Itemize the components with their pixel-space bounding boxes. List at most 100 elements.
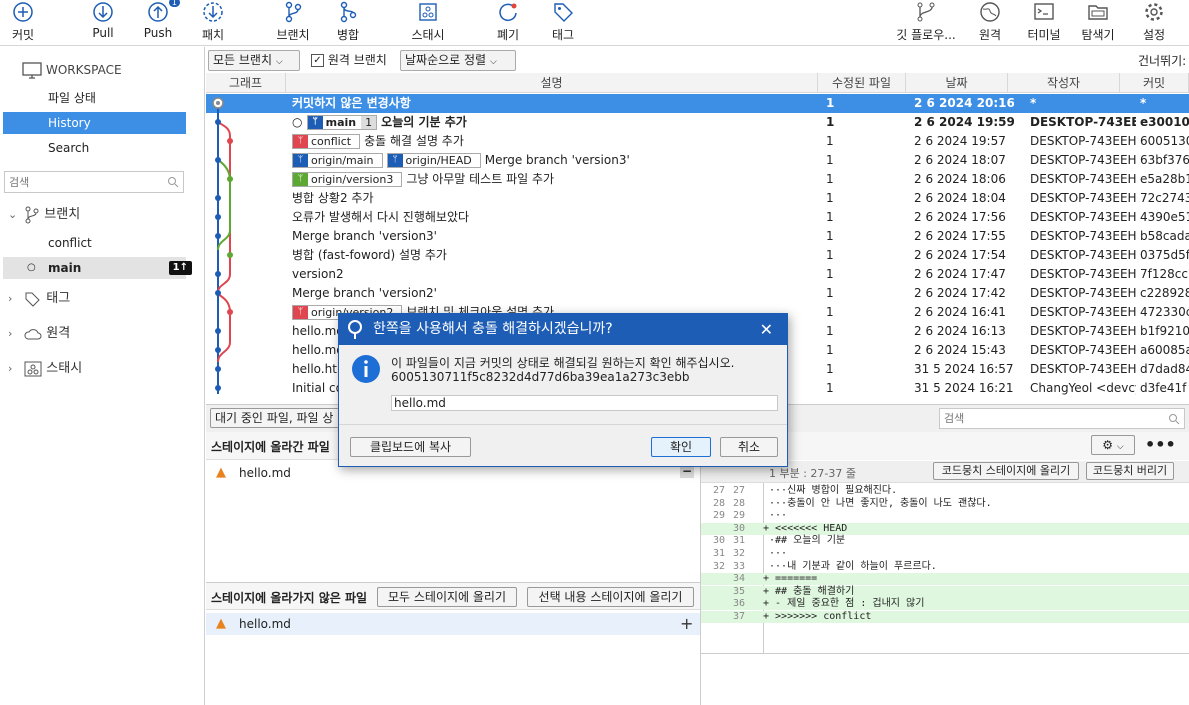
info-icon [352, 355, 380, 383]
merge-button[interactable]: 병합 [334, 0, 362, 46]
commit-row[interactable]: 병합 상황2 추가 1 2 6 2024 18:04 DESKTOP-743EEH 72… [206, 189, 1189, 208]
git-flow-button[interactable]: 깃 플로우... [893, 0, 959, 46]
commit-files-cell: 1 [826, 229, 834, 243]
branch-icon: ᛘ [293, 173, 308, 186]
commit-message: Merge branch 'version3' [292, 229, 437, 243]
unstaged-file-row[interactable]: ▲ hello.md + [206, 613, 700, 635]
sidebar-item-search[interactable]: Search [3, 137, 186, 159]
commit-files-cell: 1 [826, 248, 834, 262]
discard-button[interactable]: 폐기 [494, 0, 522, 46]
column-commit[interactable]: 커밋 [1120, 73, 1189, 93]
commit-files-cell: 1 [826, 96, 835, 110]
staged-file-name: hello.md [239, 466, 291, 480]
column-files[interactable]: 수정된 파일 [818, 73, 906, 93]
commit-author-cell: DESKTOP-743EEH [1030, 134, 1136, 148]
commit-button[interactable]: 커밋 [6, 0, 40, 46]
terminal-button[interactable]: 터미널 [1024, 0, 1064, 46]
file-search-input[interactable] [940, 409, 1160, 428]
branch-label-text: origin/main [311, 154, 374, 167]
settings-button[interactable]: 설정 [1140, 0, 1168, 46]
git-flow-icon [917, 2, 935, 22]
commit-author-cell: DESKTOP-743EEH [1030, 153, 1136, 167]
stage-plus-icon[interactable]: + [680, 614, 693, 633]
commit-files-cell: 1 [826, 115, 835, 129]
sidebar-item-file-status[interactable]: 파일 상태 [3, 87, 186, 109]
head-marker-icon: ○ [292, 115, 307, 129]
column-graph[interactable]: 그래프 [206, 73, 286, 93]
explorer-button[interactable]: 탐색기 [1078, 0, 1118, 46]
ok-button[interactable]: 확인 [651, 437, 711, 457]
push-badge: 1 [168, 0, 180, 7]
graph-node [215, 366, 221, 372]
branch-main[interactable]: ○ main 1↑ [3, 257, 192, 279]
sidebar-stashes-header[interactable]: › 스태시 [8, 357, 82, 381]
all-branches-dropdown[interactable]: 모든 브랜치 ⌵ [208, 50, 300, 71]
commit-message: Initial co [292, 381, 343, 395]
dialog-title: 한쪽을 사용해서 충돌 해결하시겠습니까? [373, 321, 613, 337]
branch-label-tag[interactable]: ᛘ origin/main [292, 153, 383, 168]
commit-row[interactable]: 오류가 발생해서 다시 진행해보았다 1 2 6 2024 17:56 DESKTOP… [206, 208, 1189, 227]
commit-message: 커밋하지 않은 변경사항 [292, 96, 411, 110]
graph-node [215, 119, 221, 125]
remote-button[interactable]: 원격 [976, 0, 1004, 46]
fetch-button[interactable]: 패치 [199, 0, 227, 46]
commit-author-cell: DESKTOP-743EEH [1030, 248, 1136, 262]
stage-selected-button[interactable]: 선택 내용 스테이지에 올리기 [527, 587, 694, 607]
stage-all-button[interactable]: 모두 스테이지에 올리기 [377, 587, 517, 607]
pending-files-dropdown[interactable]: 대기 중인 파일, 파일 상 [210, 408, 340, 428]
branch-label-tag[interactable]: ᛘ conflict [292, 134, 361, 149]
cancel-button[interactable]: 취소 [720, 437, 778, 457]
sidebar-search-box[interactable] [4, 171, 184, 193]
hunk-stage-button[interactable]: 코드뭉치 스테이지에 올리기 [933, 462, 1079, 480]
commit-row[interactable]: 커밋하지 않은 변경사항 1 2 6 2024 20:16 * * [206, 94, 1189, 113]
sidebar-search-input[interactable] [5, 172, 155, 192]
sidebar-branches-header[interactable]: ⌄ 브랜치 [8, 203, 80, 227]
branch-label-tag[interactable]: ᛘ origin/HEAD [386, 153, 481, 168]
tag-button[interactable]: 태그 [548, 0, 578, 46]
diff-line-text: + >>>>>>> conflict [763, 611, 872, 622]
copy-clipboard-button[interactable]: 클립보드에 복사 [350, 437, 471, 457]
commit-row[interactable]: version2 1 2 6 2024 17:47 DESKTOP-743EEH 7f1… [206, 265, 1189, 284]
file-search-box[interactable] [939, 408, 1185, 429]
commit-hash-cell: 0375d5f [1140, 248, 1189, 262]
commit-row[interactable]: Merge branch 'version2' 1 2 6 2024 17:42 DE… [206, 284, 1189, 303]
commit-date-cell: 2 6 2024 17:47 [914, 267, 1006, 281]
branch-conflict[interactable]: conflict [3, 232, 186, 254]
column-description[interactable]: 설명 [286, 73, 818, 93]
hunk-discard-button[interactable]: 코드뭉치 버리기 [1086, 462, 1174, 480]
sidebar-remotes-header[interactable]: › 원격 [8, 322, 70, 346]
column-date[interactable]: 날짜 [906, 73, 1008, 93]
commit-row[interactable]: ○ ᛘ main 1 오늘의 기분 추가 1 2 6 2024 19:59 DESKTOP-… [206, 113, 1189, 132]
sidebar-item-history[interactable]: History [3, 112, 186, 134]
stash-button[interactable]: 스태시 [408, 0, 448, 46]
commit-row[interactable]: ᛘ origin/main ᛘ origin/HEAD Merge branch 've… [206, 151, 1189, 170]
gear-icon: ⚙ [1102, 438, 1114, 452]
fetch-label: 패치 [201, 28, 225, 42]
sort-dropdown[interactable]: 날짜순으로 정렬 ⌵ [400, 50, 516, 71]
branch-label-text: origin/HEAD [405, 154, 472, 167]
commit-row[interactable]: 병합 (fast-foword) 설명 추가 1 2 6 2024 17:54 DES… [206, 246, 1189, 265]
commit-row[interactable]: ᛘ conflict 충돌 해결 설명 추가 1 2 6 2024 19:57 DESKT… [206, 132, 1189, 151]
commit-row[interactable]: Merge branch 'version3' 1 2 6 2024 17:55 DE… [206, 227, 1189, 246]
column-author[interactable]: 작성자 [1008, 73, 1120, 93]
branch-label-tag[interactable]: ᛘ main 1 [306, 115, 378, 130]
branch-label-tag[interactable]: ᛘ origin/version3 [292, 172, 403, 187]
branch-button[interactable]: 브랜치 [274, 0, 312, 46]
pull-button[interactable]: Pull [88, 0, 118, 46]
commit-hash-cell: 63bf376 [1140, 153, 1189, 167]
diff-settings-button[interactable]: ⚙ ⌵ [1091, 435, 1135, 455]
commit-row[interactable]: ᛘ origin/version3 그냥 아무말 테스트 파일 추가 1 2 6 202… [206, 170, 1189, 189]
commit-message: Merge branch 'version2' [292, 286, 437, 300]
commit-author-cell: DESKTOP-743EEH [1030, 343, 1136, 357]
commit-files-cell: 1 [826, 153, 834, 167]
push-button[interactable]: 1 Push [142, 0, 180, 46]
sidebar-tags-header[interactable]: › 태그 [8, 287, 70, 311]
branch-icon [25, 206, 39, 223]
tag-icon [25, 292, 40, 307]
commit-hash-cell: 7f128cc [1140, 267, 1188, 281]
more-icon[interactable]: ••• [1145, 435, 1176, 454]
remote-branches-checkbox[interactable]: ✓ 원격 브랜치 [311, 50, 387, 71]
close-icon[interactable]: ✕ [760, 314, 773, 345]
unstage-minus-icon[interactable]: − [680, 465, 694, 478]
old-line-number: 28 [712, 497, 725, 509]
